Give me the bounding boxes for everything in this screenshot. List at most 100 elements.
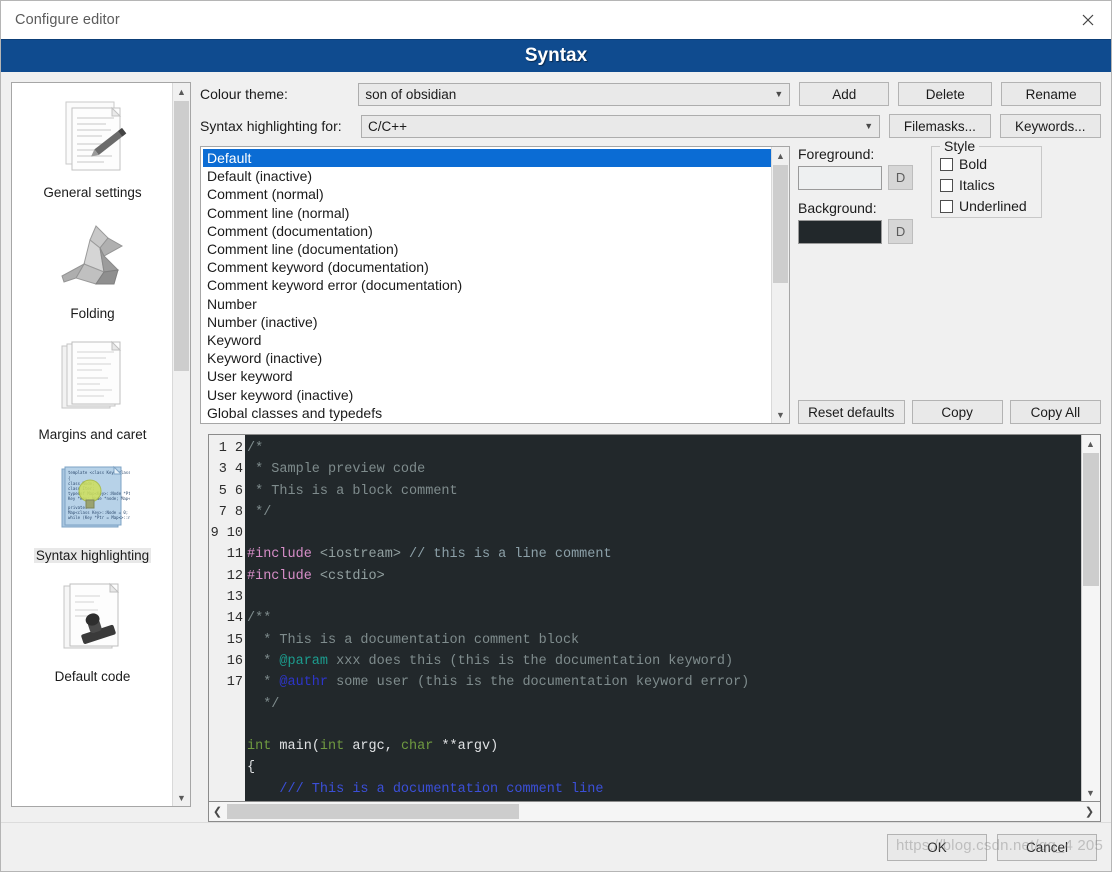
sidebar-item-folding[interactable]: Folding [12,210,173,331]
chevron-down-icon[interactable]: ▼ [772,406,789,423]
code-line: * This is a block comment [247,483,458,499]
keywords-button[interactable]: Keywords... [999,114,1102,138]
copy-all-button[interactable]: Copy All [1009,400,1101,424]
sidebar-scroll-viewport: General settings Folding Margins and car… [12,83,173,806]
sidebar-scrollbar-thumb[interactable] [174,101,189,371]
code-lightbulb-icon: template <class Key> class Map { class N… [54,458,132,544]
code-line: */ [247,504,272,520]
checkbox-box [940,178,953,192]
rubber-stamp-icon [54,579,132,665]
style-editor-area: Default Default (inactive) Comment (normal… [200,138,1101,424]
style-list-item[interactable]: User keyword [203,367,772,385]
style-list-item[interactable]: Default [203,149,772,168]
code-line: */ [247,696,280,712]
close-icon[interactable] [1065,1,1111,39]
reset-defaults-button[interactable]: Reset defaults [798,400,905,424]
code-line: /// This is a documentation comment line [247,781,604,797]
ok-button[interactable]: OK [887,833,987,861]
code-text[interactable]: /* * Sample preview code * This is a blo… [245,435,1081,801]
copy-button[interactable]: Copy [911,400,1003,424]
chevron-up-icon[interactable]: ▲ [1082,435,1099,452]
sidebar-item-margins-and-caret[interactable]: Margins and caret [12,331,173,452]
syntax-language-row: Syntax highlighting for: C/C++ ▼ Filemas… [200,114,1102,138]
sidebar-scrollbar[interactable]: ▲ ▼ [172,83,190,806]
italics-checkbox[interactable]: Italics [940,177,1027,193]
sidebar-item-syntax-highlighting[interactable]: template <class Key> class Map { class N… [12,452,173,573]
style-action-buttons: Reset defaults Copy Copy All [798,400,1101,424]
sidebar-item-general-settings[interactable]: General settings [12,89,173,210]
document-pencil-icon [54,95,132,181]
line-number-gutter: 1 2 3 4 5 6 7 8 9 10 11 12 13 14 15 16 1… [209,435,245,801]
underlined-checkbox[interactable]: Underlined [940,198,1027,214]
style-list-item[interactable]: Comment keyword error (documentation) [203,276,772,294]
style-list-scrollbar-thumb[interactable] [773,165,788,283]
style-list-item[interactable]: User keyword (inactive) [203,386,772,404]
preview-hscroll-thumb[interactable] [227,804,519,819]
style-element-listbox[interactable]: Default Default (inactive) Comment (normal… [200,146,790,424]
chevron-down-icon: ▼ [774,89,784,99]
bold-checkbox[interactable]: Bold [940,156,1027,172]
chevron-right-icon[interactable]: ❯ [1081,805,1098,818]
chevron-up-icon[interactable]: ▲ [772,147,789,164]
dialog-body: General settings Folding Margins and car… [1,72,1111,822]
style-list-item[interactable]: Comment (normal) [203,185,772,203]
add-button[interactable]: Add [799,82,890,106]
style-group-label: Style [940,138,980,154]
page-header: Syntax [1,39,1111,72]
colour-theme-select[interactable]: son of obsidian ▼ [358,82,791,106]
page-title: Syntax [524,45,588,66]
stacked-pages-icon [54,337,132,423]
style-list-item[interactable]: Comment line (documentation) [203,240,772,258]
foreground-default-button[interactable]: D [888,165,913,190]
chevron-down-icon[interactable]: ▼ [1082,784,1099,801]
style-list-item[interactable]: Default (inactive) [203,167,772,185]
filemasks-button[interactable]: Filemasks... [889,114,991,138]
chevron-left-icon[interactable]: ❮ [209,805,226,818]
style-list-item[interactable]: Global classes and typedefs [203,404,772,422]
underlined-label: Underlined [959,198,1027,214]
cancel-button[interactable]: Cancel [997,833,1097,861]
sidebar-item-label: Default code [54,669,131,684]
foreground-colour-swatch[interactable] [798,165,883,190]
configure-editor-window: Configure editor Syntax General settings… [0,0,1112,872]
syntax-language-value: C/C++ [368,118,408,134]
style-list-item[interactable]: Comment line (normal) [203,204,772,222]
style-list-item[interactable]: Comment (documentation) [203,222,772,240]
preview-horizontal-scrollbar[interactable]: ❮ ❯ [208,802,1101,822]
preview-vertical-scrollbar[interactable]: ▲ ▼ [1081,435,1100,801]
background-default-button[interactable]: D [888,219,913,244]
delete-button[interactable]: Delete [898,82,993,106]
sidebar-item-label: General settings [43,185,142,200]
syntax-language-label: Syntax highlighting for: [200,118,342,134]
code-preview-section: 1 2 3 4 5 6 7 8 9 10 11 12 13 14 15 16 1… [200,434,1101,822]
rename-button[interactable]: Rename [1001,82,1101,106]
origami-bird-icon [54,216,132,302]
preview-vscroll-thumb[interactable] [1083,453,1099,586]
code-line: * This is a documentation comment block [247,632,580,648]
colour-and-style-row: Foreground: D Background: D Style Bold I… [798,138,1101,254]
style-list-item[interactable]: Number (inactive) [203,313,772,331]
colour-theme-label: Colour theme: [200,86,288,102]
sidebar-item-default-code[interactable]: Default code [12,573,173,694]
title-bar: Configure editor [1,1,1111,39]
style-list-item[interactable]: Comment keyword (documentation) [203,258,772,276]
chevron-up-icon[interactable]: ▲ [173,83,190,100]
style-list-scrollbar[interactable]: ▲ ▼ [771,147,789,423]
background-colour-swatch[interactable] [798,219,883,244]
style-list-item[interactable]: Keyword [203,331,772,349]
colour-theme-value: son of obsidian [365,86,457,102]
code-preview: 1 2 3 4 5 6 7 8 9 10 11 12 13 14 15 16 1… [208,434,1101,802]
style-list-item[interactable]: Global classes and typedefs (inactive) [203,422,772,423]
background-label: Background: [798,200,877,216]
window-title: Configure editor [15,12,120,28]
chevron-down-icon[interactable]: ▼ [173,789,190,806]
style-list-item[interactable]: Number [203,295,772,313]
colour-theme-row: Colour theme: son of obsidian ▼ Add Dele… [200,82,1101,106]
code-viewport[interactable]: 1 2 3 4 5 6 7 8 9 10 11 12 13 14 15 16 1… [209,435,1081,801]
syntax-language-select[interactable]: C/C++ ▼ [361,114,881,138]
style-list-item[interactable]: Keyword (inactive) [203,349,772,367]
sidebar-item-label: Margins and caret [38,427,147,442]
background-row: D [798,219,913,244]
